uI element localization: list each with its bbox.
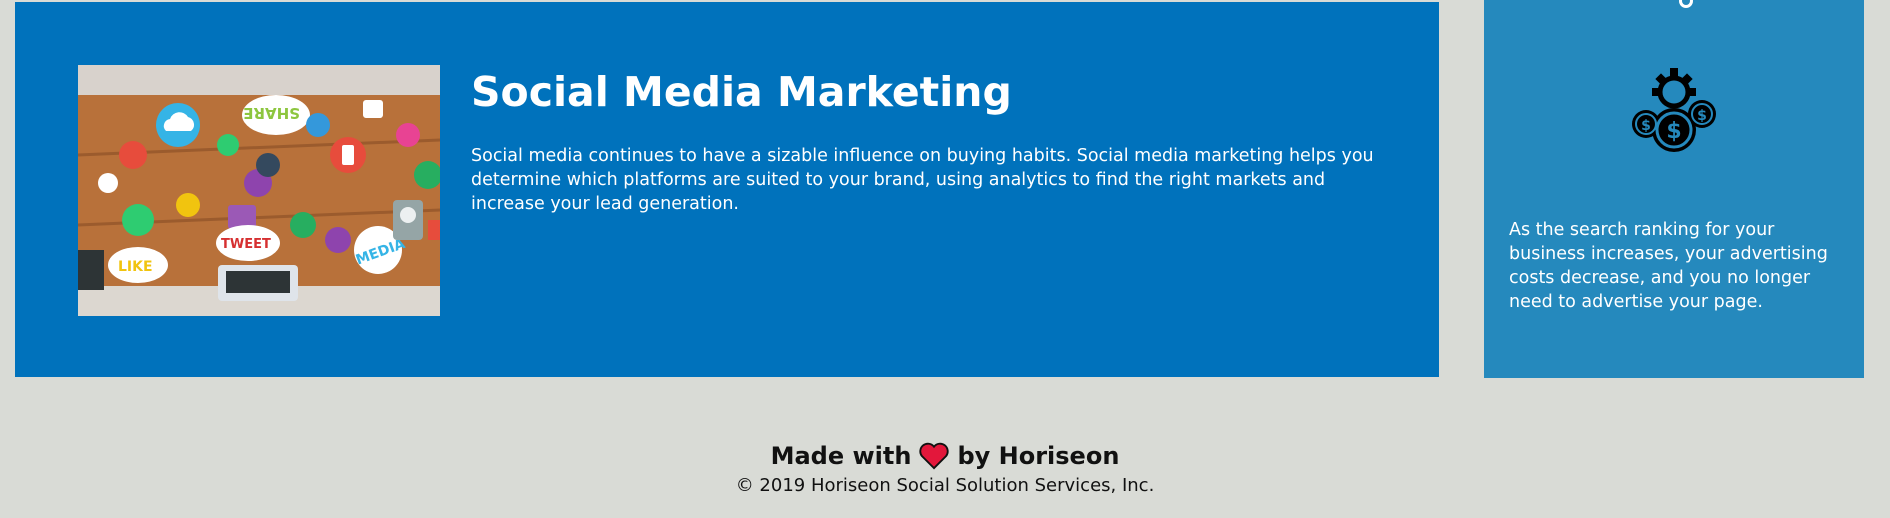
footer: Made with by Horiseon © 2019 Horiseon So… [0,440,1890,498]
by-horiseon-label: by Horiseon [957,442,1120,470]
cost-gears-dollar-icon: $ $ $ [1632,68,1716,152]
social-media-image: SHARE MEDIA TWEET LIKE [78,65,440,316]
svg-text:$: $ [1697,108,1707,124]
article-body-text: Social media continues to have a sizable… [471,146,1374,214]
heart-icon [919,442,950,470]
made-with-label: Made with [770,442,912,470]
article-title: Social Media Marketing [471,68,1012,116]
svg-text:$: $ [1641,118,1651,134]
card-body-text: As the search ranking for your business … [1509,220,1828,312]
copyright-text: © 2019 Horiseon Social Solution Services… [735,475,1155,496]
like-bubble-label: LIKE [118,259,153,275]
tweet-bubble-label: TWEET [221,237,271,252]
made-with-line: Made with by Horiseon [771,440,1120,472]
card-title-cropped [1484,0,1864,8]
social-media-marketing-section: SHARE MEDIA TWEET LIKE Social Media Mark… [15,2,1439,377]
share-bubble-label: SHARE [243,104,300,122]
cost-management-card: $ $ $ As the search ranking for your bus… [1484,0,1864,378]
page: SHARE MEDIA TWEET LIKE Social Media Mark… [0,0,1890,518]
svg-text:$: $ [1666,119,1681,144]
